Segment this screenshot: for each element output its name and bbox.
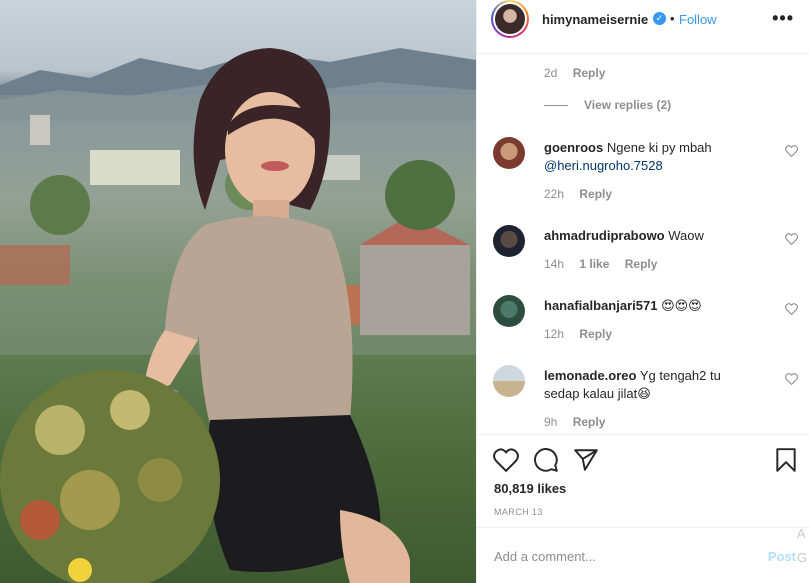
- comment-meta: 12h Reply: [544, 327, 624, 341]
- comment-time: 14h: [544, 257, 565, 271]
- comment-meta: 22h Reply: [544, 187, 624, 201]
- likes-count[interactable]: 80,819 likes: [494, 481, 566, 496]
- reply-button[interactable]: Reply: [573, 415, 606, 429]
- commenter-avatar[interactable]: [493, 365, 525, 397]
- separator-dot: •: [670, 11, 675, 26]
- like-comment-heart-icon[interactable]: [785, 233, 798, 245]
- comment-icon[interactable]: [533, 447, 559, 473]
- comment-body: 😍😍😍: [661, 298, 702, 313]
- verified-badge-icon: ✓: [653, 12, 666, 25]
- post-actions: 80,819 likes MARCH 13: [477, 434, 809, 524]
- comment-time: 2d: [544, 66, 558, 80]
- potted-plant: [0, 370, 220, 583]
- reply-button[interactable]: Reply: [625, 257, 658, 271]
- instagram-post-view: himynameisernie ✓ • Follow ••• 2d Reply …: [0, 0, 809, 583]
- follow-button[interactable]: Follow: [679, 12, 717, 27]
- more-options-icon[interactable]: •••: [772, 8, 794, 29]
- author-avatar[interactable]: [491, 0, 529, 38]
- comment-text: hanafialbanjari571 😍😍😍: [544, 297, 749, 315]
- comment-time: 12h: [544, 327, 565, 341]
- commenter-avatar[interactable]: [493, 225, 525, 257]
- comment-body: Waow: [668, 228, 704, 243]
- like-comment-heart-icon[interactable]: [785, 303, 798, 315]
- comment-text: goenroos Ngene ki py mbah @heri.nugroho.…: [544, 139, 749, 175]
- author-username[interactable]: himynameisernie: [542, 12, 648, 27]
- comment-text: lemonade.oreo Yg tengah2 tu sedap kalau …: [544, 367, 749, 403]
- reply-button[interactable]: Reply: [579, 327, 612, 341]
- like-comment-heart-icon[interactable]: [785, 145, 798, 157]
- comment-like-count[interactable]: 1 like: [579, 257, 609, 271]
- heart-icon[interactable]: [493, 447, 519, 473]
- share-icon[interactable]: [573, 447, 599, 473]
- comment-body: Ngene ki py mbah: [606, 140, 712, 155]
- comment-meta: 9h Reply: [544, 415, 617, 429]
- bookmark-icon[interactable]: [773, 447, 799, 473]
- post-date[interactable]: MARCH 13: [494, 507, 543, 517]
- divider-line: [544, 105, 568, 107]
- commenter-avatar[interactable]: [493, 137, 525, 169]
- post-photo[interactable]: [0, 0, 476, 583]
- comment-time: 9h: [544, 415, 558, 429]
- commenter-username[interactable]: ahmadrudiprabowo: [544, 228, 665, 243]
- comment-text: ahmadrudiprabowo Waow: [544, 227, 749, 245]
- reply-button[interactable]: Reply: [579, 187, 612, 201]
- post-header: himynameisernie ✓ • Follow •••: [477, 0, 809, 54]
- reply-button[interactable]: Reply: [573, 66, 606, 80]
- comment-input[interactable]: Add a comment...: [494, 549, 596, 564]
- commenter-username[interactable]: lemonade.oreo: [544, 368, 636, 383]
- like-comment-heart-icon[interactable]: [785, 373, 798, 385]
- add-comment-bar: Add a comment... Post: [477, 527, 809, 583]
- commenter-avatar[interactable]: [493, 295, 525, 327]
- commenter-username[interactable]: goenroos: [544, 140, 603, 155]
- post-comment-button[interactable]: Post: [768, 549, 796, 564]
- earlier-reply-meta: 2d Reply: [544, 66, 605, 80]
- comment-meta: 14h 1 like Reply: [544, 257, 669, 271]
- watermark: A G: [796, 526, 807, 565]
- comment-mention[interactable]: @heri.nugroho.7528: [544, 158, 663, 173]
- view-replies-button[interactable]: View replies (2): [544, 98, 671, 112]
- post-sidebar: himynameisernie ✓ • Follow ••• 2d Reply …: [476, 0, 809, 583]
- commenter-username[interactable]: hanafialbanjari571: [544, 298, 657, 313]
- comment-time: 22h: [544, 187, 565, 201]
